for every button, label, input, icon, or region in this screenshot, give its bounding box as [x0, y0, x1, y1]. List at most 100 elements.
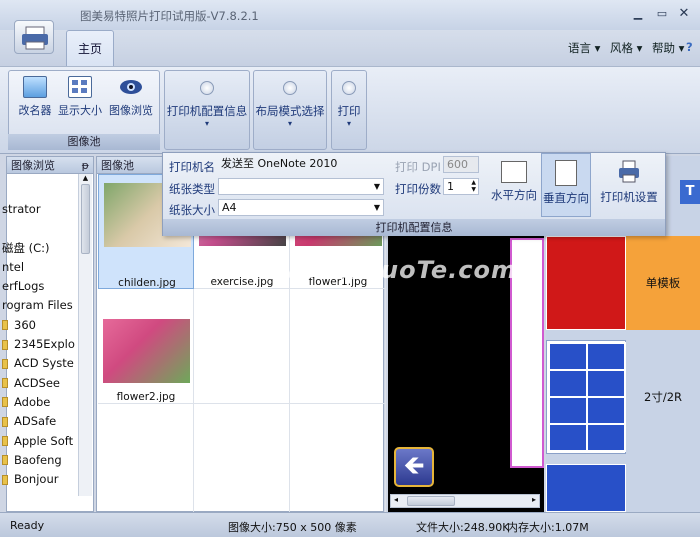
status-ready: Ready [10, 519, 45, 532]
image-pool-title: 图像池 [101, 159, 134, 172]
image-pool-group-caption: 图像池 [8, 134, 160, 150]
app-menu-button[interactable] [14, 20, 54, 54]
tree-item[interactable]: strator [2, 200, 78, 219]
text-tool-icon[interactable]: T [680, 180, 700, 204]
tree-item-label: Apple Soft [14, 433, 74, 448]
tree-item[interactable]: ACD Syste [2, 354, 78, 373]
dropdown-arrow-icon: ▾ [204, 119, 209, 128]
scroll-left-icon[interactable]: ◂ [394, 495, 398, 504]
folder-icon [2, 320, 8, 331]
print-icon [342, 81, 356, 95]
print-label: 打印 [337, 104, 361, 118]
tree-item[interactable]: Adobe [2, 393, 78, 412]
maximize-button[interactable]: ▭ [654, 7, 670, 21]
tree-scrollbar[interactable]: ▲ [78, 174, 92, 496]
dropdown-arrow-icon: ▾ [287, 119, 292, 128]
layout-mode-button[interactable]: 布局模式选择 ▾ [253, 70, 327, 150]
close-button[interactable]: ✕ [676, 7, 692, 21]
tree-item[interactable]: Bonjour [2, 470, 78, 489]
printer-name-field[interactable]: 发送至 OneNote 2010 [218, 156, 384, 173]
folder-icon [2, 455, 8, 466]
layout-mode-icon [283, 81, 297, 95]
display-size-label: 显示大小 [58, 104, 102, 117]
help-label: 帮助 [652, 41, 675, 55]
print-button[interactable]: 打印 ▾ [331, 70, 367, 150]
grid-icon [68, 76, 92, 98]
copies-stepper[interactable]: 1 ▲ ▼ [443, 178, 479, 195]
tree-item[interactable]: 2345Explo [2, 335, 78, 354]
help-menu[interactable]: 帮助 ▾ [652, 40, 684, 56]
rename-label: 改名器 [18, 104, 52, 117]
printer-settings-button[interactable]: 打印机设置 [597, 153, 661, 217]
printer-config-icon [200, 81, 214, 95]
dropdown-arrow-icon: ▾ [346, 119, 351, 128]
printer-settings-label: 打印机设置 [600, 190, 658, 204]
folder-icon [2, 339, 8, 350]
language-label: 语言 [568, 41, 591, 55]
preview-horizontal-scrollbar[interactable]: ◂ ▸ [390, 494, 540, 508]
folder-icon [2, 358, 8, 369]
tree-item[interactable]: ntel [2, 258, 78, 277]
rename-button[interactable]: 改名器 [14, 74, 56, 124]
tree-item[interactable]: 360 [2, 316, 78, 335]
printer-config-popup: 打印机名 发送至 OneNote 2010 纸张类型 ▼ 纸张大小 A4 ▼ 打印… [162, 152, 666, 236]
template-preview [546, 236, 626, 330]
printer-config-button[interactable]: 打印机配置信息 ▾ [164, 70, 250, 150]
vertical-orientation-button[interactable]: 垂直方向 [541, 153, 591, 217]
display-size-button[interactable]: 显示大小 [56, 74, 104, 124]
vertical-label: 垂直方向 [543, 191, 589, 205]
stepper-arrows-icon[interactable]: ▲ ▼ [471, 179, 476, 193]
thumbnail [103, 319, 190, 383]
image-tile[interactable]: flower2.jpg [98, 289, 194, 404]
template-preview[interactable] [546, 464, 626, 512]
tree-item[interactable]: erfLogs [2, 277, 78, 296]
scroll-right-icon[interactable]: ▸ [532, 495, 536, 504]
tree-item[interactable]: Apple Soft [2, 432, 78, 451]
style-menu[interactable]: 风格 ▾ [610, 40, 642, 56]
folder-icon [2, 416, 8, 427]
tree-item[interactable]: Baofeng [2, 451, 78, 470]
tree-item[interactable] [2, 219, 78, 238]
horizontal-label: 水平方向 [491, 188, 537, 202]
dpi-field: 600 [443, 156, 479, 173]
image-tile [290, 289, 386, 404]
tree-item-label: ADSafe [14, 414, 57, 429]
printer-settings-icon [616, 159, 642, 185]
template-two-inch[interactable]: 2寸/2R [546, 340, 690, 464]
tree-item[interactable]: 磁盘 (C:) [2, 239, 78, 258]
tree-item[interactable]: rogram Files [2, 296, 78, 315]
tree-item[interactable] [2, 176, 78, 200]
tree-item-label: Adobe [14, 394, 51, 409]
image-browse-button[interactable]: 图像浏览 [106, 74, 156, 124]
tree-item-label: ACD Syste [14, 356, 74, 371]
image-tile [194, 404, 290, 519]
printer-config-label: 打印机配置信息 [166, 104, 248, 118]
printer-config-caption: 打印机配置信息 [163, 219, 665, 236]
image-tile [194, 289, 290, 404]
paper-type-select[interactable]: ▼ [218, 178, 384, 195]
help-icon[interactable]: ? [686, 40, 693, 54]
back-arrow-button[interactable]: 🡸 [394, 447, 434, 487]
template-label: 2寸/2R [644, 390, 682, 404]
minimize-button[interactable]: ▁ [630, 7, 646, 21]
paper-size-select[interactable]: A4 ▼ [218, 199, 384, 216]
tab-main[interactable]: 主页 [66, 30, 114, 66]
style-label: 风格 [610, 41, 633, 55]
pin-icon[interactable]: ᵽ [82, 157, 89, 174]
language-menu[interactable]: 语言 ▾ [568, 40, 600, 56]
scroll-thumb[interactable] [407, 496, 455, 506]
scroll-thumb[interactable] [81, 184, 90, 254]
landscape-page-icon [501, 161, 527, 183]
image-browse-label: 图像浏览 [109, 104, 153, 117]
dpi-label: 打印 DPI [395, 160, 441, 174]
scroll-up-icon[interactable]: ▲ [79, 174, 92, 182]
folder-icon [2, 436, 8, 447]
layout-mode-label: 布局模式选择 [255, 104, 325, 118]
horizontal-orientation-button[interactable]: 水平方向 [489, 153, 539, 217]
printer-name-label: 打印机名 [169, 160, 215, 174]
tree-item-label: ACDSee [14, 375, 60, 390]
chevron-down-icon: ▼ [373, 203, 380, 212]
folder-icon [2, 397, 8, 408]
tree-item[interactable]: ACDSee [2, 374, 78, 393]
tree-item[interactable]: ADSafe [2, 412, 78, 431]
